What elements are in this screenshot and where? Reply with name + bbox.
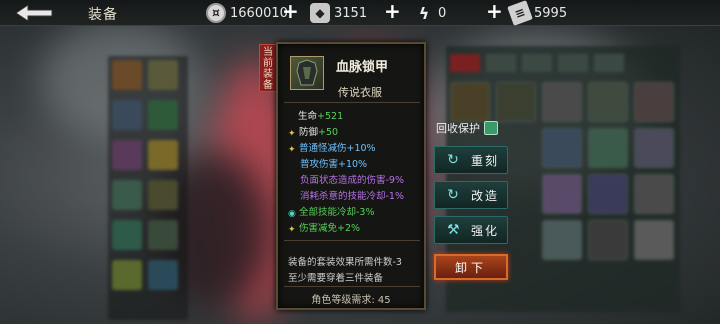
unequip-button[interactable]: 卸下 <box>434 254 508 280</box>
enhance-label: 强化 <box>471 223 500 238</box>
refresh-icon: ↻ <box>447 187 461 203</box>
energy-value: 0 <box>438 5 447 21</box>
item-name: 血脉锁甲 <box>336 60 389 75</box>
reforge-button[interactable]: ↻ 重刻 <box>434 146 508 174</box>
reforge-label: 重刻 <box>471 153 500 168</box>
ticket-icon: ≡ <box>507 0 533 26</box>
page-title: 装备 <box>88 7 118 23</box>
stat-affix: ✦ 普通怪减伤+10% <box>288 140 376 155</box>
back-button[interactable] <box>14 3 56 23</box>
star-icon: ✦ <box>288 225 296 235</box>
coin-value: 1660010 <box>230 5 288 21</box>
remake-label: 改造 <box>471 188 500 203</box>
item-type: 传说衣服 <box>338 86 382 99</box>
hammer-icon: ⚒ <box>447 222 462 238</box>
plus-icon: + <box>486 0 503 23</box>
stat-text: 普通怪减伤+10% <box>299 143 376 154</box>
top-bar: 装备 ¤ 1660010 + ◆ 3151 + ϟ 0 + ≡ 5995 <box>0 0 720 26</box>
recycle-protect-checkbox[interactable] <box>484 121 498 135</box>
recycle-protect-label: 回收保护 <box>436 122 480 135</box>
lightning-icon: ϟ <box>418 3 430 23</box>
remake-button[interactable]: ↻ 改造 <box>434 181 508 209</box>
back-arrow-icon <box>15 4 53 22</box>
energy-resource: ϟ 0 <box>414 3 447 23</box>
divider <box>284 240 420 241</box>
stat-text: 伤害减免+2% <box>299 223 361 234</box>
armor-item-icon <box>290 56 324 90</box>
stat-value: +50 <box>318 127 339 138</box>
stat-hp: 生命+521 <box>298 108 343 122</box>
divider <box>284 286 420 287</box>
stat-value: +521 <box>317 111 344 122</box>
ingot-icon: ◆ <box>310 3 330 23</box>
stat-affix: 负面状态造成的伤害-9% <box>300 172 404 186</box>
plus-icon: + <box>384 0 401 23</box>
ingot-resource: ◆ 3151 <box>310 3 367 23</box>
current-equipment-tag: 当前装备 <box>259 44 277 92</box>
swirl-icon: ◉ <box>288 209 296 219</box>
stat-defense: ✦ 防御+50 <box>288 124 339 139</box>
ticket-resource: ≡ 5995 <box>507 0 568 26</box>
stat-text: 负面状态造成的伤害-9% <box>300 175 404 186</box>
stat-label: 生命 <box>298 111 318 122</box>
ingot-value: 3151 <box>334 5 368 21</box>
refresh-icon: ↻ <box>447 152 461 168</box>
star-icon: ✦ <box>288 145 296 155</box>
coin-resource: ¤ 1660010 <box>206 3 288 23</box>
enhance-button[interactable]: ⚒ 强化 <box>434 216 508 244</box>
stat-affix: 消耗杀意的技能冷却-1% <box>300 188 404 202</box>
stat-text: 全部技能冷却-3% <box>299 207 375 218</box>
stat-text: 普攻伤害+10% <box>300 159 368 170</box>
coin-icon: ¤ <box>206 3 226 23</box>
set-note: 装备的套装效果所需件数-3 <box>288 257 402 268</box>
armor-icon <box>296 59 318 86</box>
stat-text: 消耗杀意的技能冷却-1% <box>300 191 404 202</box>
item-detail-panel: 血脉锁甲 传说衣服 生命+521 ✦ 防御+50 ✦ 普通怪减伤+10% 普攻伤害+… <box>276 42 426 310</box>
set-note: 至少需要穿着三件装备 <box>288 273 384 284</box>
divider <box>284 102 420 103</box>
level-requirement: 角色等级需求: 45 <box>311 295 391 306</box>
star-icon: ✦ <box>288 129 296 139</box>
plus-icon: + <box>282 0 299 23</box>
stat-affix: ◉ 全部技能冷却-3% <box>288 204 375 219</box>
equipment-slots-grid[interactable] <box>108 56 188 320</box>
stat-affix: ✦ 伤害减免+2% <box>288 220 361 235</box>
stat-affix: 普攻伤害+10% <box>300 156 367 170</box>
recycle-protect-toggle[interactable]: 回收保护 <box>436 120 498 136</box>
stat-label: 防御 <box>299 127 319 138</box>
ticket-value: 5995 <box>534 5 568 21</box>
